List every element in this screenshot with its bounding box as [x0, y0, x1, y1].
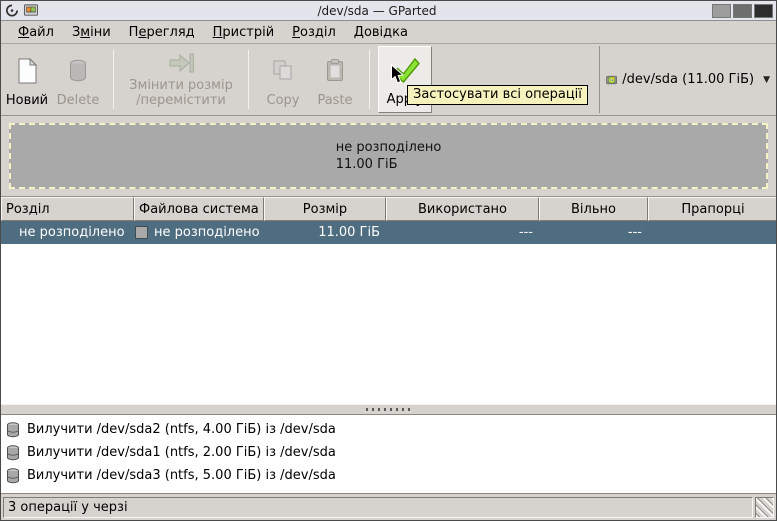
hard-drive-icon: [606, 70, 617, 90]
operation-item: Вилучити /dev/sda1 (ntfs, 2.00 ГіБ) із /…: [1, 441, 776, 464]
operation-text: Вилучити /dev/sda1 (ntfs, 2.00 ГіБ) із /…: [27, 445, 336, 460]
chevron-down-icon: ▼: [763, 75, 770, 85]
paste-clipboard-icon: [323, 58, 347, 84]
close-button[interactable]: [754, 4, 773, 18]
partition-table: Розділ Файлова система Розмір Використан…: [1, 197, 776, 404]
delete-partition-button: Delete: [51, 46, 105, 113]
window-title: /dev/sda — GParted: [42, 4, 712, 18]
new-document-icon: [15, 58, 39, 84]
operation-text: Вилучити /dev/sda2 (ntfs, 4.00 ГіБ) із /…: [27, 422, 336, 437]
filesystem-label: не розподілено: [154, 225, 260, 240]
paste-button-label: Paste: [317, 93, 352, 108]
paste-button: Paste: [309, 46, 361, 113]
table-row[interactable]: не розподілено не розподілено 11.00 ГіБ …: [1, 221, 776, 244]
toolbar-separator: [113, 50, 114, 109]
new-button-label: Новий: [6, 93, 48, 108]
minimize-button[interactable]: [712, 4, 731, 18]
trash-icon: [66, 58, 90, 84]
cell-used: ---: [386, 221, 539, 244]
resize-move-button: Змінити розмір /перемістити: [122, 46, 240, 113]
cell-flags: [648, 221, 777, 244]
column-header-used[interactable]: Використано: [386, 197, 539, 221]
filesystem-color-swatch: [135, 226, 148, 239]
toolbar-separator: [248, 50, 249, 109]
unallocated-partition-text: не розподілено 11.00 ГіБ: [336, 139, 442, 173]
statusbar: 3 операції у черзі: [1, 494, 776, 520]
toolbar-separator: [369, 50, 370, 109]
window-menu-icon[interactable]: [4, 3, 20, 18]
menu-device[interactable]: Пристрій: [204, 23, 284, 42]
delete-button-label: Delete: [57, 93, 100, 108]
toolbar: Новий Delete Змінити розмір /перемістити: [1, 44, 776, 116]
apply-tooltip: Застосувати всі операції: [407, 85, 588, 105]
column-header-free[interactable]: Вільно: [539, 197, 648, 221]
trash-icon: [6, 468, 20, 484]
operation-item: Вилучити /dev/sda3 (ntfs, 5.00 ГіБ) із /…: [1, 464, 776, 487]
menu-partition[interactable]: Розділ: [283, 23, 345, 42]
operation-item: Вилучити /dev/sda2 (ntfs, 4.00 ГіБ) із /…: [1, 418, 776, 441]
cell-free: ---: [539, 221, 648, 244]
resize-move-arrow-icon: [167, 52, 195, 74]
statusbar-message: 3 операції у черзі: [3, 497, 753, 518]
menu-view[interactable]: Перегляд: [120, 23, 204, 42]
titlebar[interactable]: /dev/sda — GParted: [1, 1, 776, 21]
gparted-app-icon: [23, 3, 39, 18]
resize-button-label-line1: Змінити розмір: [129, 78, 233, 93]
menu-edit[interactable]: Зміни: [63, 23, 120, 42]
new-partition-button[interactable]: Новий: [3, 46, 51, 113]
copy-button-label: Copy: [267, 93, 300, 108]
unallocated-partition-box[interactable]: не розподілено 11.00 ГіБ: [9, 123, 768, 189]
column-header-partition[interactable]: Розділ: [1, 197, 134, 221]
resize-button-label-line2: /перемістити: [136, 93, 226, 108]
mouse-cursor: [390, 64, 405, 85]
pane-splitter[interactable]: [1, 404, 776, 415]
table-empty-area: [1, 244, 776, 404]
copy-button: Copy: [257, 46, 309, 113]
menu-help[interactable]: Довідка: [345, 23, 417, 42]
partition-table-header: Розділ Файлова система Розмір Використан…: [1, 197, 776, 221]
operation-text: Вилучити /dev/sda3 (ntfs, 5.00 ГіБ) із /…: [27, 468, 336, 483]
device-selector-label: /dev/sda (11.00 ГіБ): [622, 72, 754, 87]
column-header-flags[interactable]: Прапорці: [648, 197, 777, 221]
trash-icon: [6, 422, 20, 438]
cell-partition: не розподілено: [1, 221, 134, 244]
cell-filesystem: не розподілено: [134, 221, 264, 244]
copy-icon: [271, 58, 295, 83]
gparted-window: /dev/sda — GParted Файл Зміни Перегляд П…: [0, 0, 777, 521]
window-resize-grip[interactable]: [755, 497, 774, 518]
partition-visualization-panel: не розподілено 11.00 ГіБ: [1, 116, 776, 197]
unallocated-size: 11.00 ГіБ: [336, 156, 442, 173]
pending-operations-list: Вилучити /dev/sda2 (ntfs, 4.00 ГіБ) із /…: [1, 415, 776, 494]
pane-resize-handle[interactable]: [366, 408, 412, 411]
column-header-size[interactable]: Розмір: [264, 197, 386, 221]
maximize-button[interactable]: [733, 4, 752, 18]
column-header-filesystem[interactable]: Файлова система: [134, 197, 264, 221]
trash-icon: [6, 445, 20, 461]
menu-file[interactable]: Файл: [9, 23, 63, 42]
menubar: Файл Зміни Перегляд Пристрій Розділ Дові…: [1, 21, 776, 44]
cell-size: 11.00 ГіБ: [264, 221, 386, 244]
device-selector[interactable]: /dev/sda (11.00 ГіБ) ▼: [599, 46, 776, 113]
unallocated-label: не розподілено: [336, 139, 442, 156]
